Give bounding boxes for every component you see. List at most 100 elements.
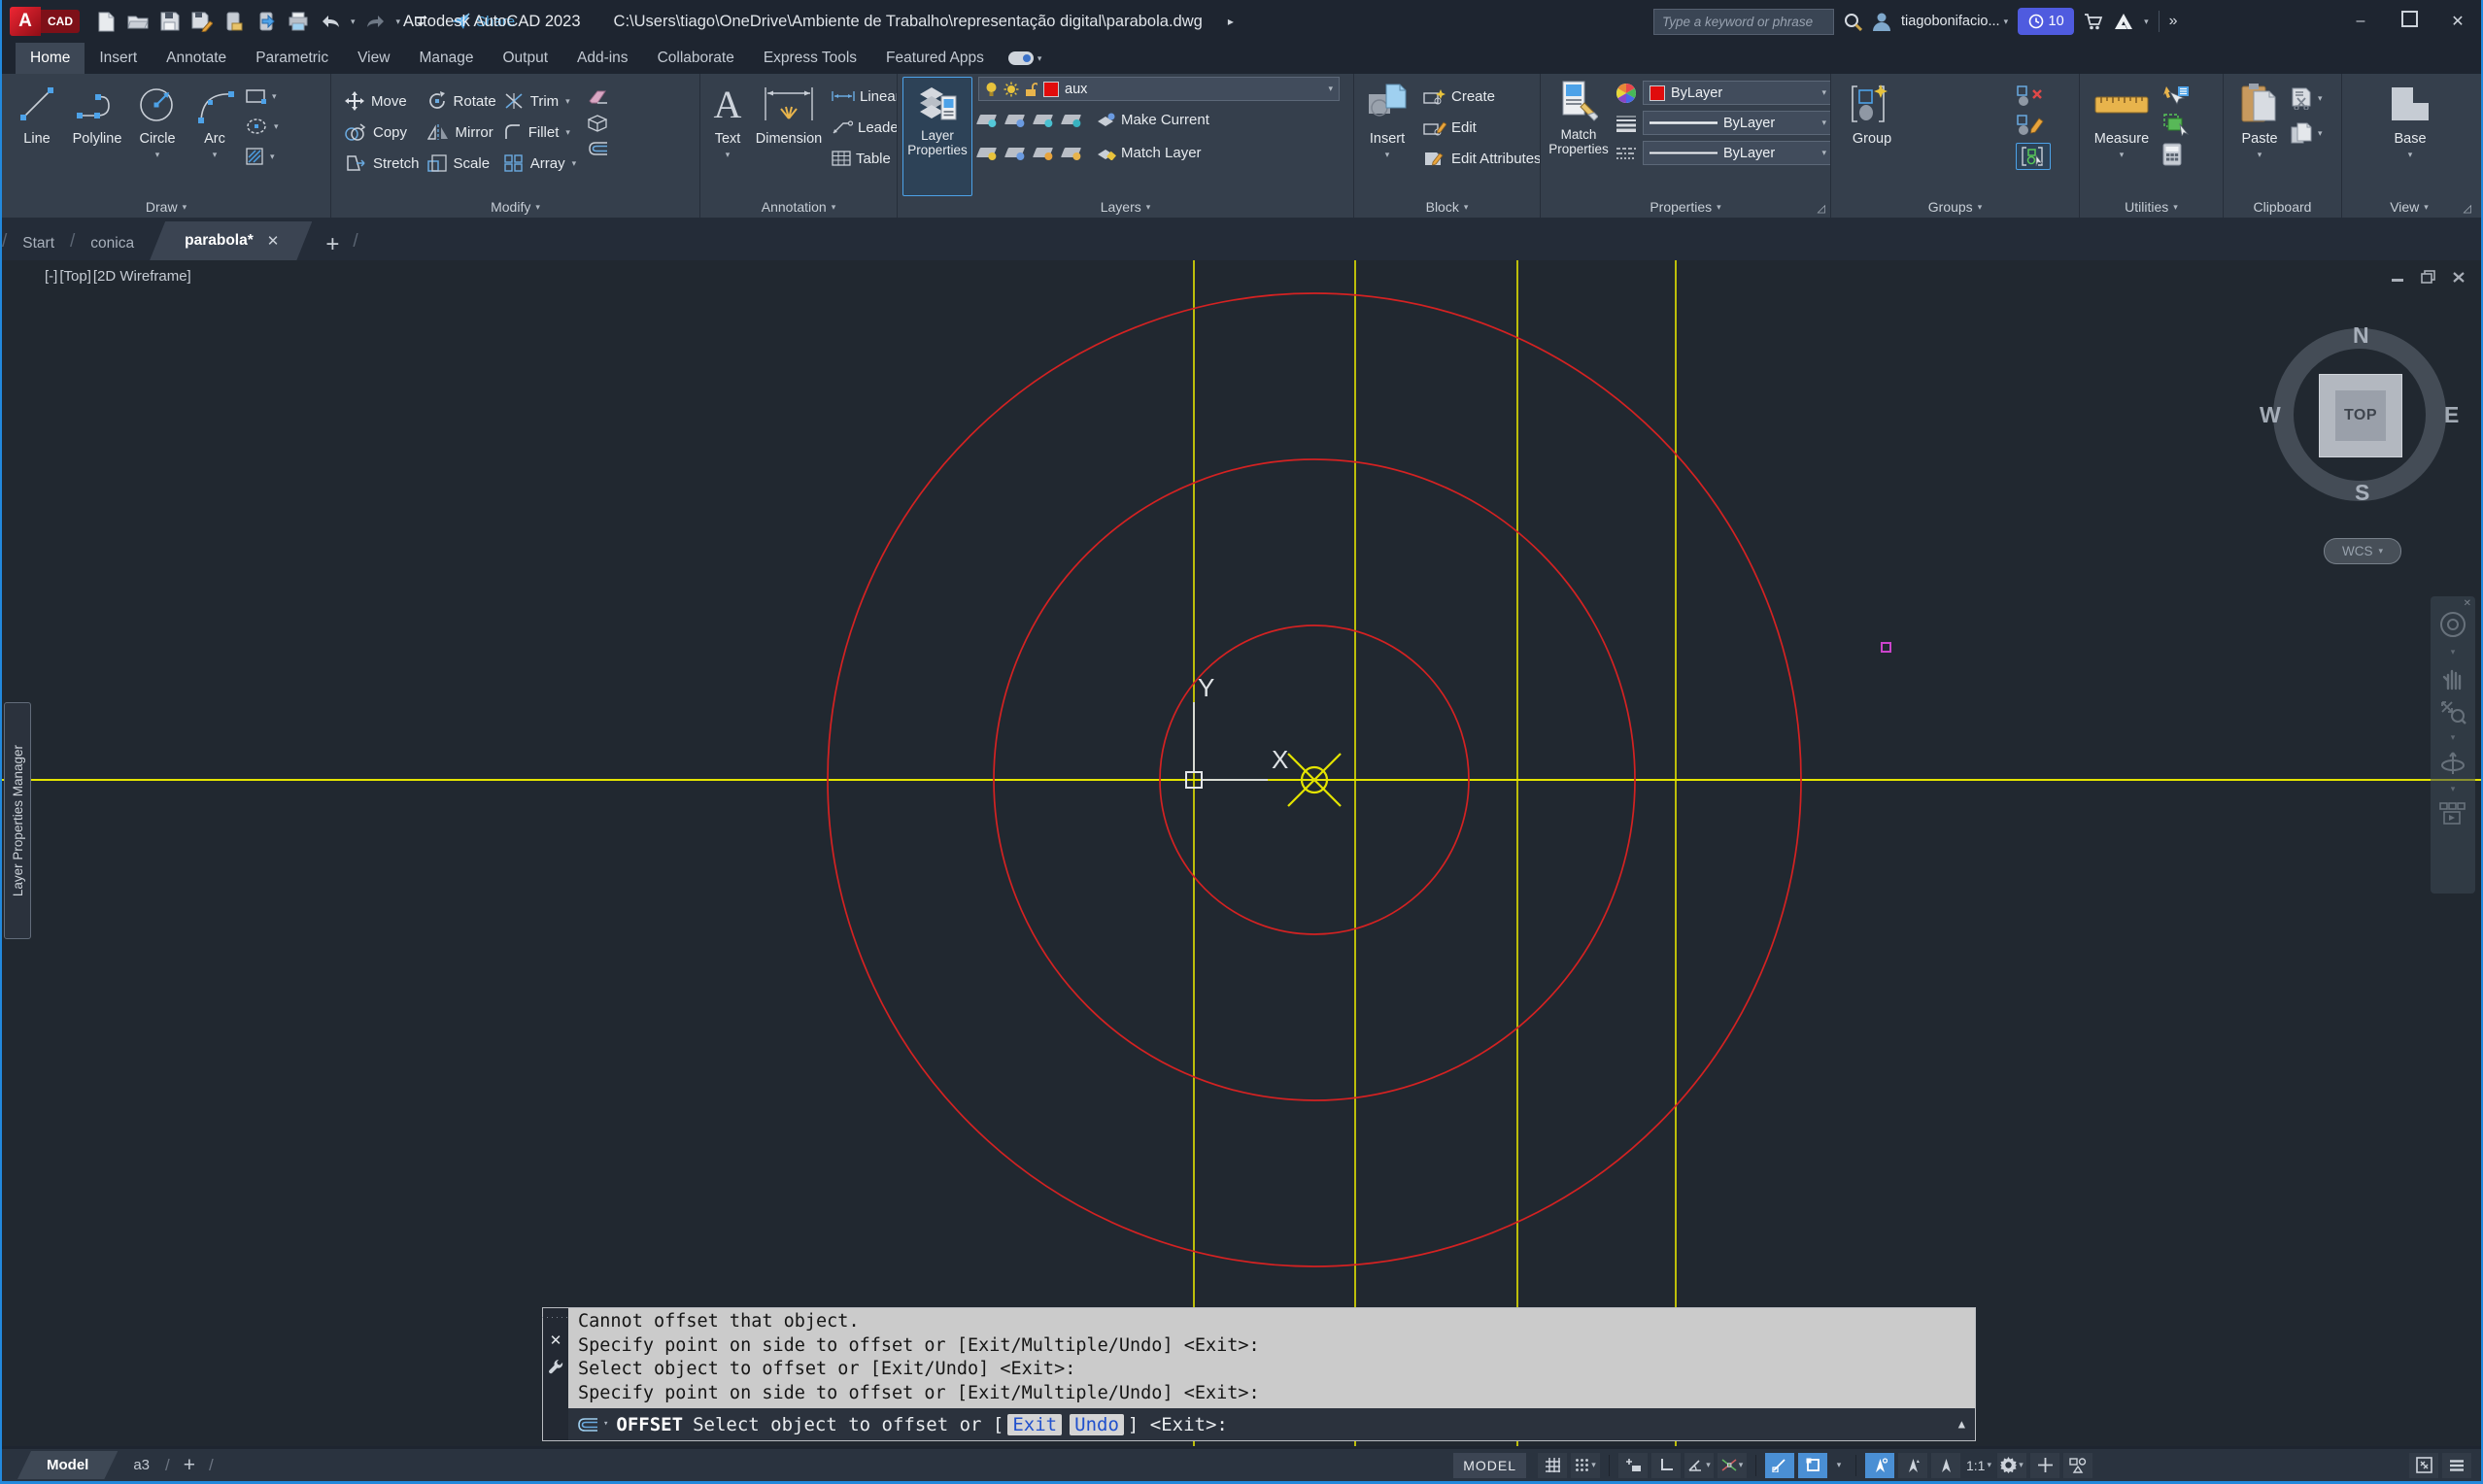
paste-button[interactable]: Paste ▾ bbox=[2233, 77, 2286, 196]
panel-title-block[interactable]: Block ▾ bbox=[1354, 196, 1540, 218]
dimension-button[interactable]: Dimension bbox=[750, 77, 828, 196]
command-recent-dropdown-icon[interactable]: ▾ bbox=[603, 1420, 608, 1429]
viewcube-top-face[interactable]: TOP bbox=[2319, 374, 2402, 457]
move-button[interactable]: Move bbox=[345, 88, 420, 114]
tab-add-ins[interactable]: Add-ins bbox=[562, 43, 643, 74]
leader-button[interactable]: Leader▾ bbox=[832, 116, 897, 139]
orbit-icon[interactable] bbox=[2439, 751, 2466, 776]
new-drawing-tab-button[interactable]: + bbox=[312, 231, 353, 258]
ellipse-button[interactable]: ▾ bbox=[246, 115, 279, 138]
quick-select-icon[interactable] bbox=[2162, 84, 2190, 106]
save-to-web-icon[interactable] bbox=[255, 9, 278, 34]
stretch-button[interactable]: Stretch bbox=[345, 151, 420, 176]
tab-manage[interactable]: Manage bbox=[404, 43, 488, 74]
viewport-view-control[interactable]: [Top] bbox=[59, 268, 91, 285]
properties-dialog-launcher-icon[interactable]: ◿ bbox=[1818, 202, 1825, 215]
polar-tracking-toggle[interactable]: ▾ bbox=[1684, 1452, 1714, 1478]
zoom-extents-icon[interactable] bbox=[2439, 699, 2466, 725]
circle-button[interactable]: Circle ▾ bbox=[127, 77, 187, 196]
insert-button[interactable]: Insert ▾ bbox=[1359, 77, 1415, 196]
rectangle-button[interactable]: ▾ bbox=[246, 84, 279, 108]
layer-properties-palette-tab[interactable]: Layer Properties Manager bbox=[4, 702, 31, 939]
current-scale-button[interactable]: 1:1 ▾ bbox=[1964, 1453, 1993, 1478]
layer-freeze-icon[interactable] bbox=[1032, 115, 1054, 127]
trim-button[interactable]: Trim ▾ bbox=[504, 88, 576, 114]
linetype-dropdown[interactable]: ByLayer ▾ bbox=[1643, 141, 1830, 165]
file-tab-conica[interactable]: conica bbox=[75, 227, 150, 260]
panel-title-layers[interactable]: Layers ▾ bbox=[898, 196, 1353, 218]
file-tab-close-icon[interactable]: ✕ bbox=[267, 232, 280, 250]
viewcube-north[interactable]: N bbox=[2353, 322, 2369, 349]
group-edit-icon[interactable] bbox=[2016, 114, 2045, 137]
scale-button[interactable]: Scale bbox=[426, 151, 496, 176]
navbar-orbit-dropdown-icon[interactable]: ▾ bbox=[2451, 785, 2456, 793]
command-scroll-up-icon[interactable]: ▲ bbox=[1958, 1417, 1965, 1431]
rotate-button[interactable]: Rotate bbox=[427, 88, 496, 114]
navbar-close-icon[interactable]: ✕ bbox=[2464, 598, 2471, 609]
open-file-icon[interactable] bbox=[126, 9, 150, 34]
session-timer-badge[interactable]: 10 bbox=[2018, 8, 2075, 35]
panel-title-utilities[interactable]: Utilities ▾ bbox=[2080, 196, 2223, 218]
model-layout-tab[interactable]: Model bbox=[17, 1451, 118, 1479]
layer-unisolate-icon[interactable] bbox=[1003, 148, 1026, 160]
edit-attributes-button[interactable]: Edit Attributes▾ bbox=[1423, 147, 1540, 170]
explode-icon[interactable] bbox=[588, 115, 608, 132]
autodesk-logo-icon[interactable] bbox=[2113, 13, 2134, 30]
ungroup-icon[interactable] bbox=[2016, 84, 2045, 108]
offset-icon[interactable] bbox=[588, 141, 609, 156]
wcs-menu[interactable]: WCS ▾ bbox=[2324, 538, 2401, 564]
text-dropdown-icon[interactable]: ▾ bbox=[726, 151, 731, 159]
object-snap-tracking-toggle[interactable] bbox=[1765, 1452, 1794, 1478]
circle-dropdown-icon[interactable]: ▾ bbox=[155, 151, 160, 159]
clean-screen-button[interactable] bbox=[2409, 1452, 2438, 1478]
panel-title-modify[interactable]: Modify ▾ bbox=[331, 196, 699, 218]
linear-button[interactable]: Linear▾ bbox=[832, 84, 897, 108]
hatch-button[interactable]: ▾ bbox=[246, 145, 279, 168]
base-button[interactable]: Base ▾ bbox=[2381, 77, 2439, 196]
magenta-grip-point[interactable] bbox=[1881, 642, 1891, 653]
redo-icon[interactable] bbox=[364, 9, 388, 34]
command-input-line[interactable]: ▾ OFFSET Select object to offset or [ Ex… bbox=[568, 1408, 1975, 1440]
line-button[interactable]: Line bbox=[7, 77, 67, 196]
tab-express-tools[interactable]: Express Tools bbox=[749, 43, 871, 74]
ucs-x-label[interactable]: X bbox=[1272, 745, 1288, 774]
insert-dropdown-icon[interactable]: ▾ bbox=[1385, 151, 1390, 159]
base-dropdown-icon[interactable]: ▾ bbox=[2408, 151, 2413, 159]
annotation-autoscale-toggle[interactable] bbox=[1898, 1452, 1927, 1478]
undo-dropdown-icon[interactable]: ▾ bbox=[351, 17, 356, 26]
showmotion-icon[interactable] bbox=[2439, 802, 2466, 826]
model-space-drawing[interactable]: YX bbox=[2, 260, 2481, 1446]
viewport-restore-icon[interactable] bbox=[2421, 270, 2435, 284]
isolate-objects-button[interactable] bbox=[2063, 1452, 2092, 1478]
match-properties-button[interactable]: Match Properties bbox=[1546, 77, 1612, 196]
view-dialog-launcher-icon[interactable]: ◿ bbox=[2464, 202, 2471, 215]
polyline-button[interactable]: Polyline bbox=[67, 77, 127, 196]
maximize-button[interactable] bbox=[2399, 11, 2419, 32]
panel-title-properties[interactable]: Properties ▾ bbox=[1541, 196, 1830, 218]
layer-off-icon[interactable] bbox=[975, 115, 998, 127]
drawing-canvas[interactable]: YX [-] [Top] [2D Wireframe] N W E S TOP … bbox=[2, 260, 2481, 1446]
ucs-y-label[interactable]: Y bbox=[1198, 673, 1214, 702]
make-current-button[interactable]: Make Current bbox=[1097, 108, 1209, 131]
model-space-badge[interactable]: MODEL bbox=[1453, 1452, 1526, 1478]
navbar-wheel-dropdown-icon[interactable]: ▾ bbox=[2451, 648, 2456, 657]
autocad-logo[interactable]: A CAD bbox=[10, 7, 80, 36]
viewcube-south[interactable]: S bbox=[2355, 480, 2369, 506]
group-button[interactable]: Group bbox=[1843, 77, 1901, 196]
command-close-icon[interactable]: ✕ bbox=[550, 1332, 562, 1349]
osnap-dropdown[interactable]: ▾ bbox=[1831, 1453, 1847, 1478]
plot-icon[interactable] bbox=[287, 9, 310, 34]
customization-menu-button[interactable] bbox=[2442, 1452, 2471, 1478]
viewcube[interactable]: N W E S TOP bbox=[2260, 322, 2459, 506]
workspace-settings-button[interactable]: ▾ bbox=[1997, 1452, 2026, 1478]
save-as-icon[interactable] bbox=[190, 9, 214, 34]
layer-properties-button[interactable]: Layer Properties bbox=[902, 77, 972, 196]
dynamic-input-toggle[interactable] bbox=[1618, 1452, 1648, 1478]
command-option-exit[interactable]: Exit bbox=[1007, 1413, 1063, 1435]
annotation-scale-button[interactable] bbox=[1931, 1452, 1960, 1478]
username[interactable]: tiagobonifacio... ▾ bbox=[1901, 14, 2008, 29]
command-window-grip[interactable]: ······ ✕ bbox=[541, 1308, 568, 1440]
tab-collaborate[interactable]: Collaborate bbox=[643, 43, 749, 74]
arc-dropdown-icon[interactable]: ▾ bbox=[213, 151, 218, 159]
edit-block-button[interactable]: Edit bbox=[1423, 116, 1540, 139]
